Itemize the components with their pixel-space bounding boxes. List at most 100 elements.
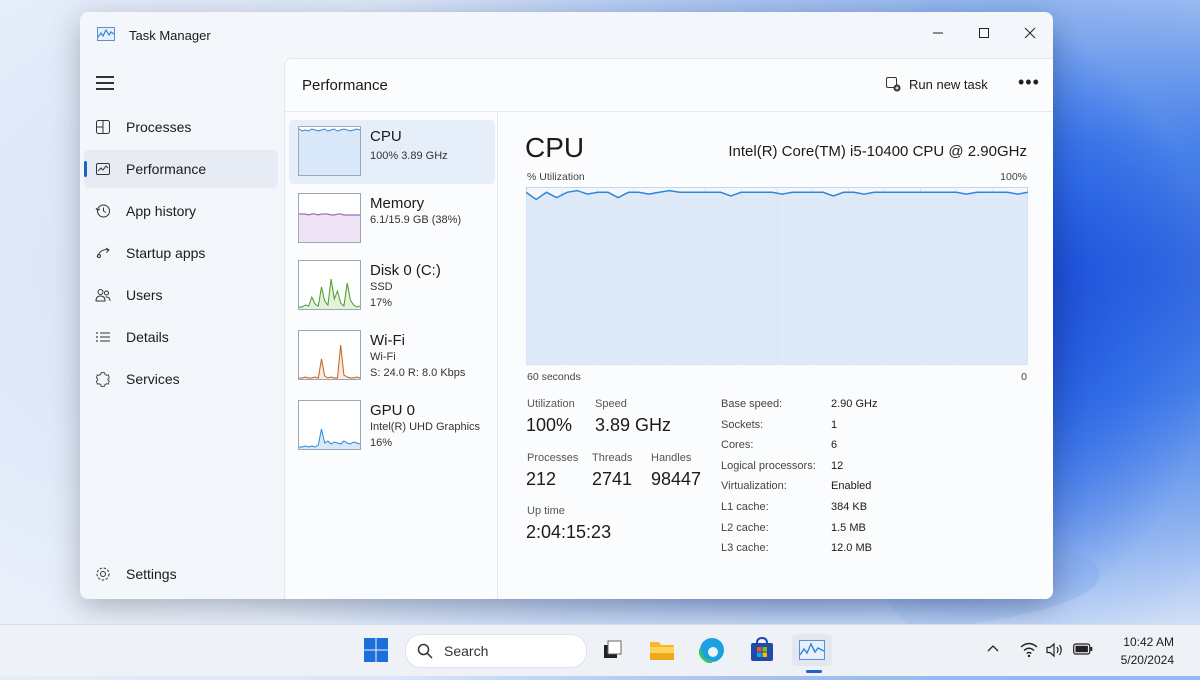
sidebar-item-label: Performance <box>126 161 207 177</box>
resource-gpu[interactable]: GPU 0 Intel(R) UHD Graphics 16% <box>289 394 495 458</box>
edge-button[interactable] <box>696 634 728 666</box>
maximize-button[interactable] <box>961 18 1007 48</box>
thumbnail-line <box>299 213 360 216</box>
resource-disk[interactable]: Disk 0 (C:) SSD 17% <box>289 254 495 318</box>
cpu-model: Intel(R) Core(TM) i5-10400 CPU @ 2.90GHz <box>728 143 1027 160</box>
clock[interactable]: 10:42 AM 5/20/2024 <box>1121 633 1174 669</box>
resource-cpu[interactable]: CPU 100% 3.89 GHz <box>289 120 495 184</box>
close-icon <box>1024 27 1036 39</box>
title-bar[interactable]: Task Manager <box>80 12 1053 58</box>
uptime-value: 2:04:15:23 <box>526 522 612 542</box>
settings-button[interactable]: Settings <box>84 555 278 593</box>
spec-label: L1 cache: <box>721 501 769 513</box>
settings-label: Settings <box>126 566 177 582</box>
volume-button[interactable] <box>1046 642 1064 663</box>
edge-browser-icon <box>699 637 725 663</box>
run-new-task-button[interactable]: Run new task <box>885 76 988 92</box>
thumbnail-fill <box>299 429 360 449</box>
more-options-button[interactable]: ••• <box>1018 72 1040 93</box>
details-icon <box>94 328 112 346</box>
resource-name: Memory <box>370 195 425 212</box>
task-manager-taskbar-button[interactable] <box>792 634 832 666</box>
handles-label: Handles <box>651 452 692 464</box>
resource-thumbnail <box>298 400 361 450</box>
resource-wifi[interactable]: Wi-Fi Wi-Fi S: 24.0 R: 8.0 Kbps <box>289 324 495 388</box>
close-button[interactable] <box>1007 18 1053 48</box>
thumbnail-line <box>299 344 360 379</box>
thumbnail-fill <box>299 129 360 175</box>
resource-detail: 100% 3.89 GHz <box>370 150 448 162</box>
start-button[interactable] <box>360 634 392 666</box>
utilization-label: Utilization <box>527 398 575 410</box>
wifi-icon <box>1020 642 1038 658</box>
spec-label: L3 cache: <box>721 542 769 554</box>
resource-thumbnail <box>298 260 361 310</box>
run-task-icon <box>886 77 901 92</box>
sidebar-item-users[interactable]: Users <box>84 276 278 314</box>
active-app-indicator <box>806 670 822 673</box>
threads-value: 2741 <box>592 469 633 489</box>
resource-name: Wi-Fi <box>370 332 405 349</box>
network-button[interactable] <box>1020 642 1038 663</box>
resource-thumbnail <box>298 193 361 243</box>
spec-label: Virtualization: <box>721 480 787 492</box>
speed-label: Speed <box>595 398 627 410</box>
handles-value: 98447 <box>651 469 702 489</box>
clock-date: 5/20/2024 <box>1120 653 1174 667</box>
task-view-icon <box>604 640 622 658</box>
graph-area-fill <box>526 190 1028 365</box>
gear-icon <box>94 565 112 583</box>
resource-detail: Wi-Fi <box>370 351 396 363</box>
sidebar-item-label: Users <box>126 287 163 303</box>
file-explorer-button[interactable] <box>646 634 678 666</box>
services-icon <box>94 370 112 388</box>
processes-label: Processes <box>527 452 579 464</box>
windows-logo-icon <box>364 638 388 662</box>
battery-button[interactable] <box>1073 642 1093 661</box>
resource-detail: 16% <box>370 437 393 449</box>
task-manager-icon <box>799 640 825 660</box>
sidebar-item-app-history[interactable]: App history <box>84 192 278 230</box>
graph-max-label: 100% <box>1000 171 1027 183</box>
spec-value: 2.90 GHz <box>831 398 878 410</box>
maximize-icon <box>979 28 989 38</box>
startup-icon <box>94 244 112 262</box>
resource-detail: 6.1/15.9 GB (38%) <box>370 214 462 226</box>
sidebar-item-details[interactable]: Details <box>84 318 278 356</box>
hamburger-menu-button[interactable] <box>96 76 114 90</box>
spec-label: L2 cache: <box>721 522 769 534</box>
spec-value: 6 <box>831 439 838 451</box>
users-icon <box>94 286 112 304</box>
store-button[interactable] <box>746 634 778 666</box>
minimize-button[interactable] <box>915 18 961 48</box>
spec-label: Sockets: <box>721 419 764 431</box>
sidebar-item-label: Processes <box>126 119 192 135</box>
speed-value: 3.89 GHz <box>595 415 672 435</box>
spec-label: Cores: <box>721 439 754 451</box>
show-hidden-icons-button[interactable] <box>986 642 1000 661</box>
chevron-up-icon <box>987 645 999 652</box>
task-view-button[interactable] <box>596 634 628 666</box>
sidebar-item-label: Details <box>126 329 169 345</box>
taskbar-search[interactable]: Search <box>405 634 587 668</box>
sidebar-item-label: Services <box>126 371 180 387</box>
sidebar-item-performance[interactable]: Performance <box>84 150 278 188</box>
sidebar-item-services[interactable]: Services <box>84 360 278 398</box>
spec-label: Base speed: <box>721 398 783 410</box>
performance-icon <box>94 160 112 178</box>
search-icon <box>417 643 433 659</box>
clock-time: 10:42 AM <box>1123 635 1174 649</box>
sidebar-item-startup-apps[interactable]: Startup apps <box>84 234 278 272</box>
spec-value: 384 KB <box>831 501 868 513</box>
sidebar-item-label: Startup apps <box>126 245 206 261</box>
spec-value: 1.5 MB <box>831 522 866 534</box>
thumbnail-fill <box>299 214 360 242</box>
thumbnail-line <box>299 128 360 132</box>
sidebar-nav: Processes Performance App history Startu… <box>84 108 278 402</box>
resource-thumbnail <box>298 330 361 380</box>
run-new-task-label: Run new task <box>909 76 988 92</box>
sidebar-item-processes[interactable]: Processes <box>84 108 278 146</box>
thumbnail-fill <box>299 345 360 379</box>
task-manager-window: Task Manager Processes Performance App h… <box>80 12 1053 599</box>
resource-memory[interactable]: Memory 6.1/15.9 GB (38%) <box>289 187 495 251</box>
